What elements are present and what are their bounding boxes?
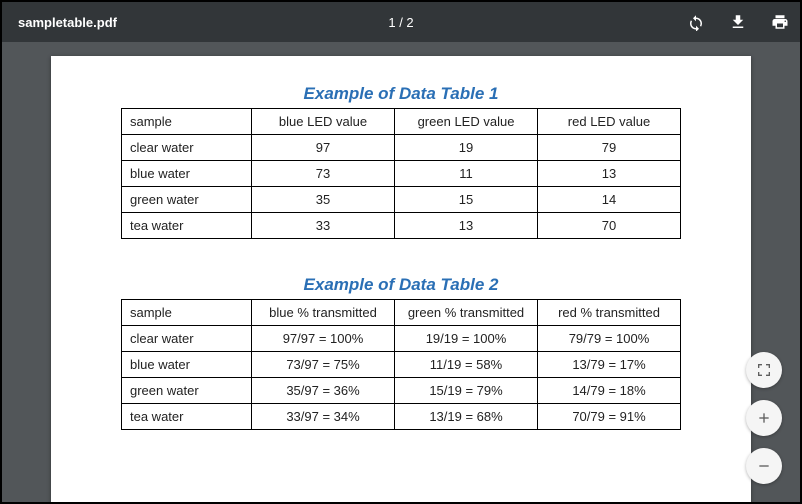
table1-title: Example of Data Table 1 [91, 84, 711, 104]
col-header: red LED value [538, 109, 681, 135]
table-row: tea water33/97 = 34%13/19 = 68%70/79 = 9… [122, 404, 681, 430]
col-header: green % transmitted [395, 300, 538, 326]
download-icon[interactable] [728, 12, 748, 32]
pdf-viewer: sampletable.pdf 1 / 2 Example of Data Ta… [2, 2, 800, 502]
toolbar-actions [686, 12, 790, 32]
zoom-controls [746, 352, 782, 484]
page-indicator: 1 / 2 [388, 15, 413, 30]
filename-label: sampletable.pdf [2, 15, 117, 30]
table-row: clear water971979 [122, 135, 681, 161]
col-header: blue LED value [252, 109, 395, 135]
table-row: clear water97/97 = 100%19/19 = 100%79/79… [122, 326, 681, 352]
page-area[interactable]: Example of Data Table 1 sample blue LED … [2, 42, 800, 502]
table-row: sample blue LED value green LED value re… [122, 109, 681, 135]
col-header: green LED value [395, 109, 538, 135]
fit-to-page-button[interactable] [746, 352, 782, 388]
print-icon[interactable] [770, 12, 790, 32]
pdf-page: Example of Data Table 1 sample blue LED … [51, 56, 751, 502]
table-row: green water351514 [122, 187, 681, 213]
col-header: sample [122, 109, 252, 135]
col-header: sample [122, 300, 252, 326]
zoom-out-button[interactable] [746, 448, 782, 484]
zoom-in-button[interactable] [746, 400, 782, 436]
col-header: red % transmitted [538, 300, 681, 326]
table-row: blue water731113 [122, 161, 681, 187]
toolbar: sampletable.pdf 1 / 2 [2, 2, 800, 42]
table-row: blue water73/97 = 75%11/19 = 58%13/79 = … [122, 352, 681, 378]
table-row: sample blue % transmitted green % transm… [122, 300, 681, 326]
col-header: blue % transmitted [252, 300, 395, 326]
rotate-icon[interactable] [686, 12, 706, 32]
table-row: green water35/97 = 36%15/19 = 79%14/79 =… [122, 378, 681, 404]
data-table-2: sample blue % transmitted green % transm… [121, 299, 681, 430]
table-row: tea water331370 [122, 213, 681, 239]
table2-title: Example of Data Table 2 [91, 275, 711, 295]
data-table-1: sample blue LED value green LED value re… [121, 108, 681, 239]
